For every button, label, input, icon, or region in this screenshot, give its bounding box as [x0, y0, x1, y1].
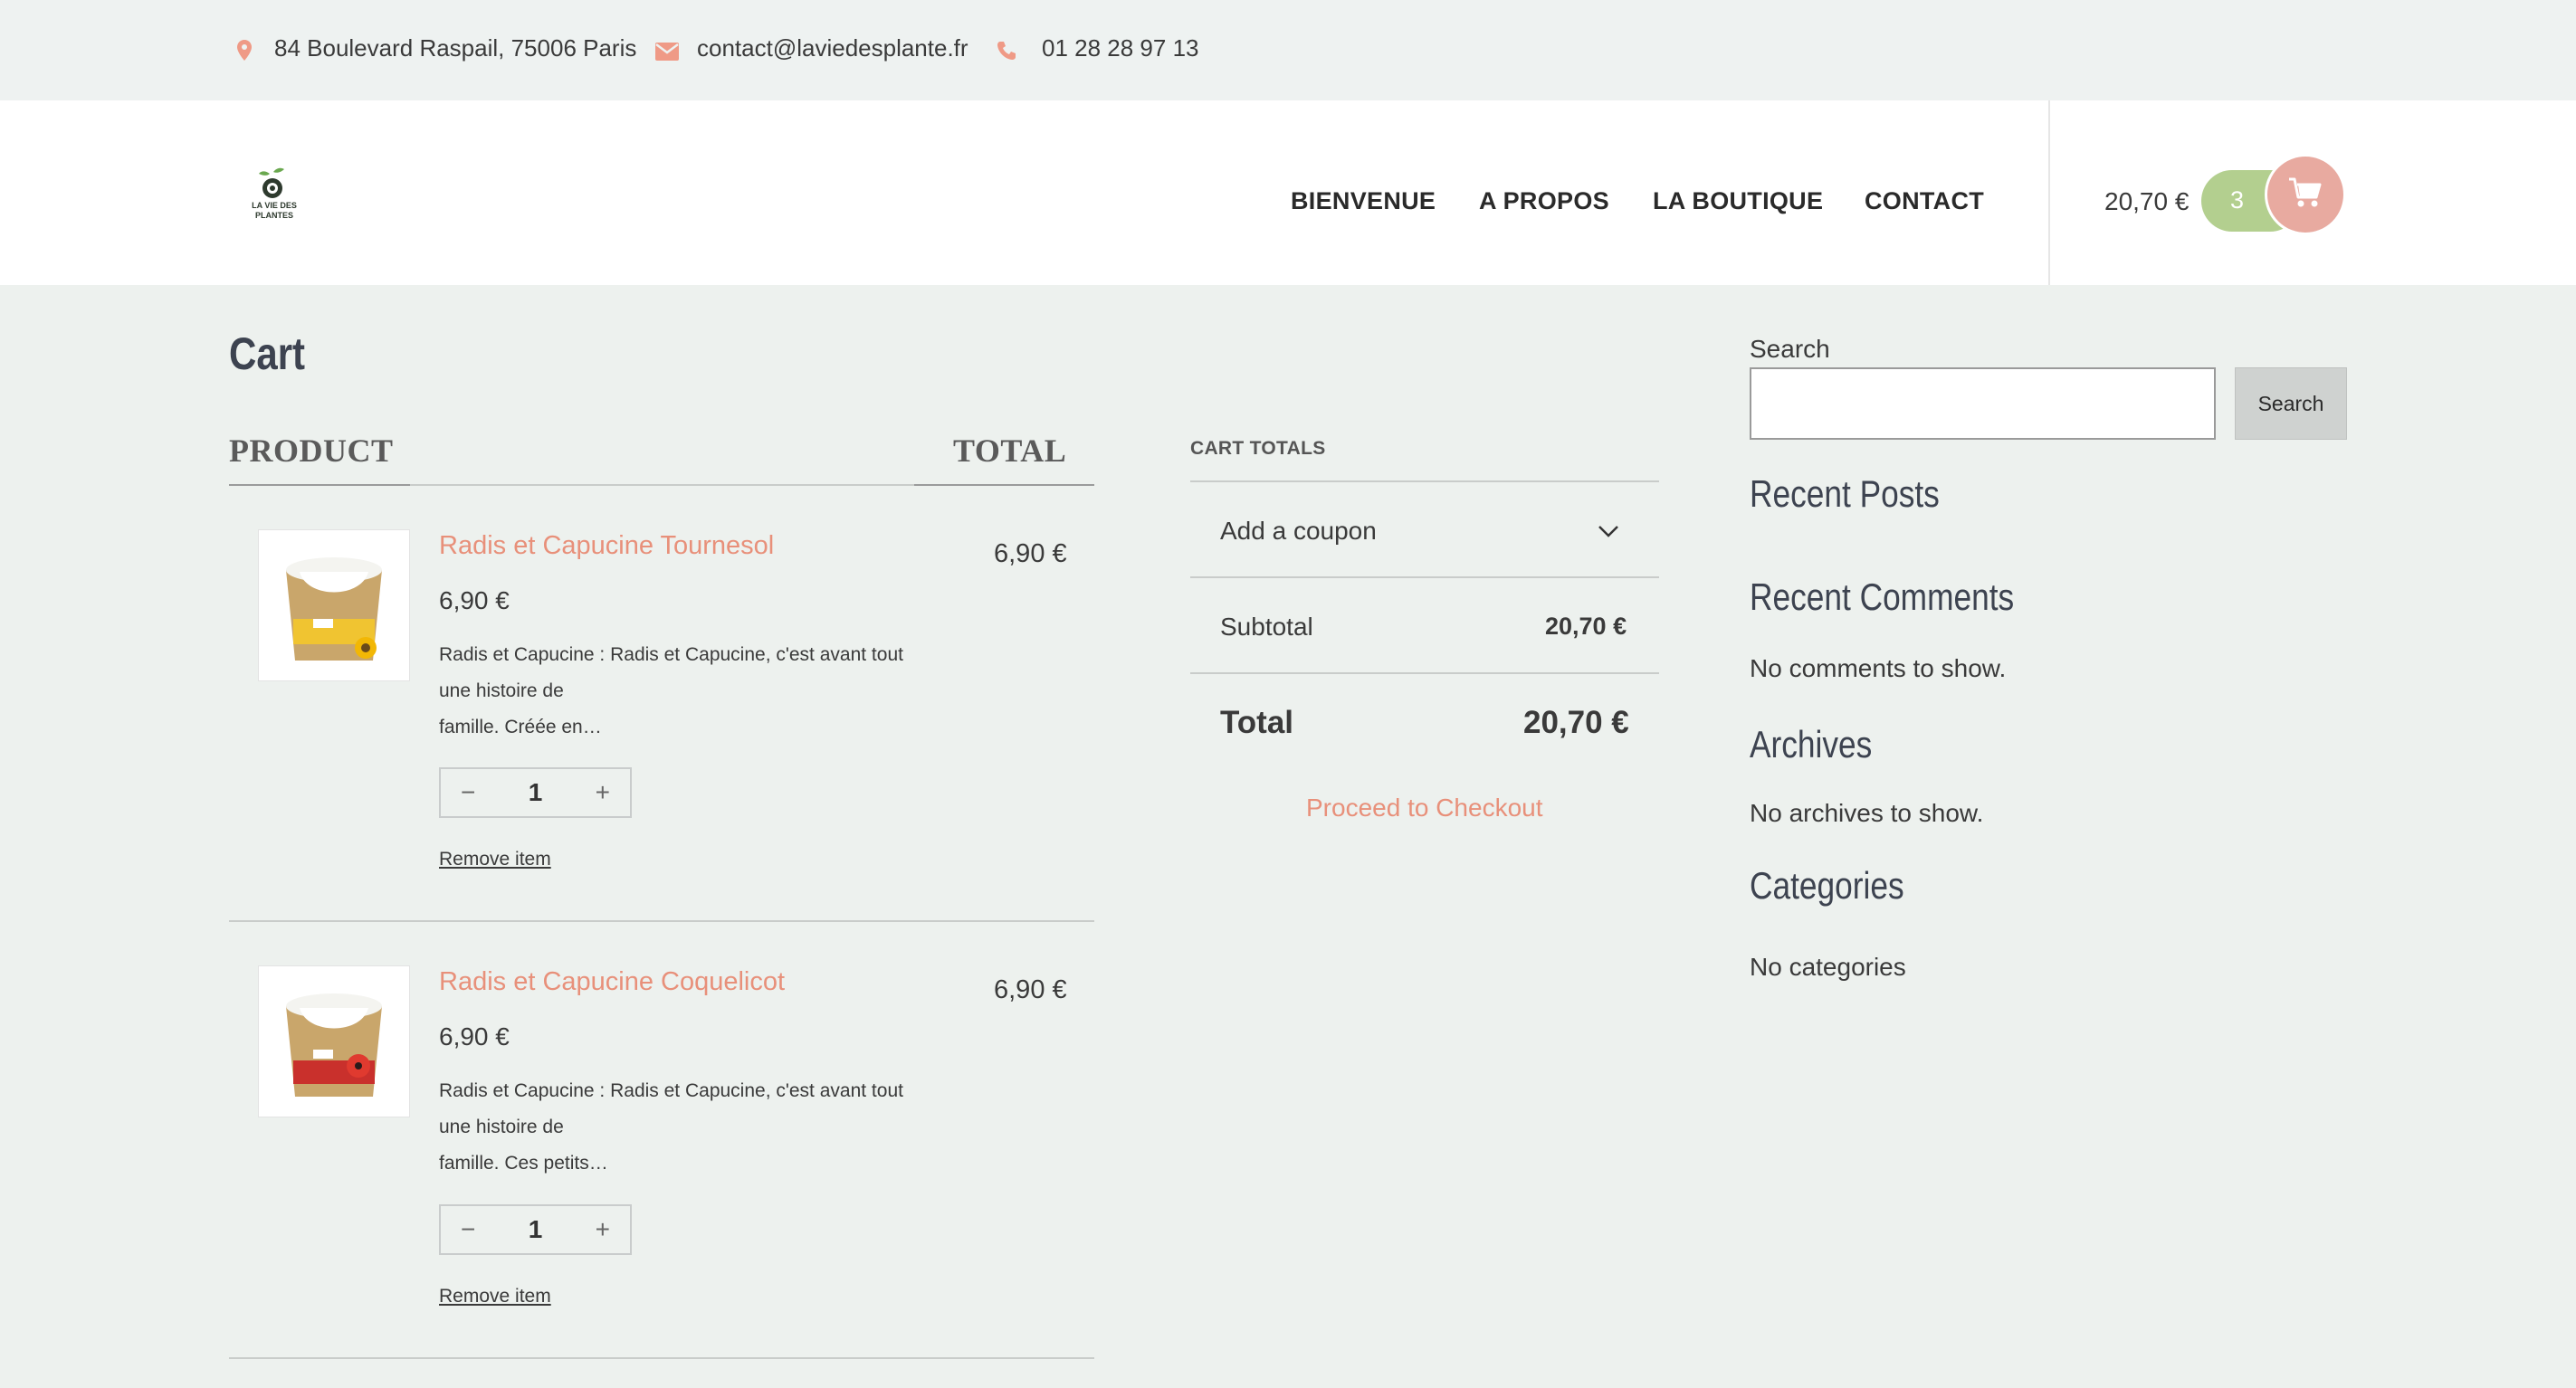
email-text[interactable]: contact@laviedesplante.fr — [697, 34, 968, 62]
phone-text[interactable]: 01 28 28 97 13 — [1042, 34, 1199, 62]
product-description: Radis et Capucine : Radis et Capucine, c… — [439, 1073, 928, 1182]
increase-quantity-button[interactable]: + — [596, 1215, 610, 1244]
product-name-link[interactable]: Radis et Capucine Coquelicot — [439, 967, 785, 997]
product-name-link[interactable]: Radis et Capucine Tournesol — [439, 531, 774, 561]
product-description-line: Radis et Capucine : Radis et Capucine, c… — [439, 1080, 903, 1101]
quantity-stepper: − 1 + — [439, 767, 632, 818]
cart-totals-title: CART TOTALS — [1190, 438, 1326, 459]
recent-comments-heading: Recent Comments — [1750, 575, 2015, 618]
total-value: 20,70 € — [1523, 705, 1629, 740]
search-label: Search — [1750, 335, 1830, 363]
totals-rule — [1190, 480, 1659, 482]
product-thumbnail[interactable] — [258, 965, 410, 1117]
quantity-value[interactable]: 1 — [529, 1215, 543, 1244]
product-image-tournesol — [286, 557, 382, 661]
column-header-total: TOTAL — [953, 433, 1067, 469]
remove-item-link[interactable]: Remove item — [439, 849, 551, 870]
recent-posts-heading: Recent Posts — [1750, 472, 1940, 515]
categories-heading: Categories — [1750, 864, 1904, 907]
logo-text-line1: LA VIE DES — [252, 201, 297, 210]
nav-contact[interactable]: CONTACT — [1865, 187, 1984, 215]
product-price: 6,90 € — [439, 586, 510, 614]
line-total: 6,90 € — [994, 539, 1067, 568]
product-description-line: famille. Ces petits… — [439, 1153, 608, 1174]
no-archives-text: No archives to show. — [1750, 799, 1984, 827]
product-image-coquelicot — [286, 993, 382, 1097]
shopping-cart-icon — [2289, 177, 2322, 207]
page-title: Cart — [229, 328, 306, 379]
item-divider — [229, 1357, 1094, 1359]
phone-icon — [997, 39, 1016, 60]
product-thumbnail[interactable] — [258, 529, 410, 681]
chevron-down-icon[interactable] — [1598, 525, 1619, 537]
quantity-value[interactable]: 1 — [529, 778, 543, 807]
quantity-stepper: − 1 + — [439, 1204, 632, 1255]
archives-heading: Archives — [1750, 723, 1873, 765]
nav-a-propos[interactable]: A PROPOS — [1479, 187, 1609, 215]
totals-rule — [1190, 672, 1659, 674]
product-description-line: une histoire de — [439, 1117, 564, 1137]
site-header — [0, 100, 2576, 285]
header-divider — [2048, 100, 2050, 285]
no-categories-text: No categories — [1750, 953, 1906, 981]
search-button[interactable]: Search — [2235, 367, 2347, 440]
mini-cart-count: 3 — [2230, 186, 2245, 214]
product-price: 6,90 € — [439, 1022, 510, 1051]
product-description: Radis et Capucine : Radis et Capucine, c… — [439, 637, 928, 746]
total-header-underline — [914, 484, 1094, 486]
column-header-product: PRODUCT — [229, 433, 394, 469]
remove-item-link[interactable]: Remove item — [439, 1286, 551, 1307]
subtotal-label: Subtotal — [1220, 613, 1313, 641]
product-header-underline — [229, 484, 410, 486]
mini-cart-button[interactable] — [2265, 154, 2346, 235]
increase-quantity-button[interactable]: + — [596, 778, 610, 807]
site-logo[interactable]: LA VIE DES PLANTES — [243, 161, 306, 226]
mini-cart-amount[interactable]: 20,70 € — [2104, 187, 2189, 216]
nav-bienvenue[interactable]: BIENVENUE — [1291, 187, 1436, 215]
map-pin-icon — [234, 39, 254, 61]
totals-rule — [1190, 576, 1659, 578]
line-total: 6,90 € — [994, 975, 1067, 1004]
envelope-icon — [655, 39, 679, 61]
email-item[interactable]: contact@laviedesplante.fr — [655, 34, 968, 62]
address-text: 84 Boulevard Raspail, 75006 Paris — [274, 34, 637, 62]
product-description-line: famille. Créée en… — [439, 717, 602, 737]
decrease-quantity-button[interactable]: − — [461, 778, 475, 807]
logo-text-line2: PLANTES — [254, 211, 293, 220]
nav-la-boutique[interactable]: LA BOUTIQUE — [1653, 187, 1823, 215]
product-description-line: Radis et Capucine : Radis et Capucine, c… — [439, 644, 903, 665]
proceed-to-checkout-button[interactable]: Proceed to Checkout — [1306, 794, 1543, 822]
search-input[interactable] — [1750, 367, 2216, 440]
phone-item[interactable]: 01 28 28 97 13 — [997, 34, 1199, 62]
coupon-toggle[interactable]: Add a coupon — [1220, 517, 1377, 546]
product-description-line: une histoire de — [439, 680, 564, 701]
subtotal-value: 20,70 € — [1545, 613, 1627, 640]
no-comments-text: No comments to show. — [1750, 654, 2007, 682]
address-item: 84 Boulevard Raspail, 75006 Paris — [234, 34, 636, 62]
item-divider — [229, 920, 1094, 922]
total-label: Total — [1220, 705, 1294, 740]
decrease-quantity-button[interactable]: − — [461, 1215, 475, 1244]
top-contact-bar: 84 Boulevard Raspail, 75006 Paris contac… — [0, 0, 2576, 100]
